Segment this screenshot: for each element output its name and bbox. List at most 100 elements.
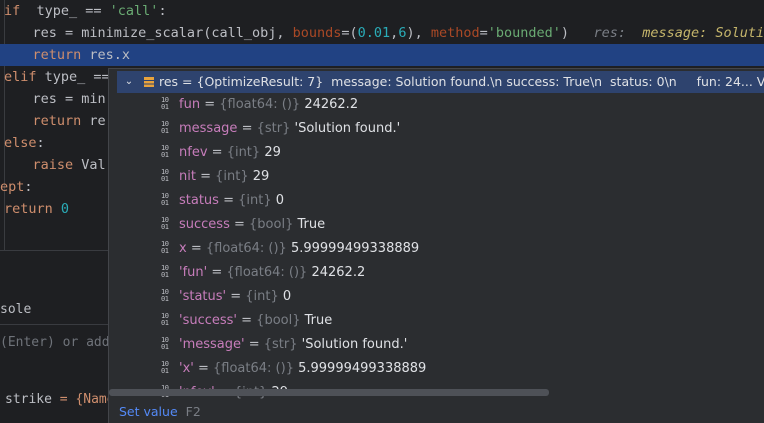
field-name: x <box>179 241 187 256</box>
equals-sign: = <box>195 169 216 184</box>
console-input[interactable]: (Enter) or add <box>0 333 110 353</box>
horizontal-scrollbar[interactable] <box>109 389 549 396</box>
variable-row[interactable]: strike = {NameE <box>5 390 122 410</box>
code-token: if <box>4 3 21 19</box>
field-type: {float64: ()} <box>226 265 308 280</box>
primitive-value-icon: 1001 <box>161 359 169 375</box>
inspector-row[interactable]: 10 01 status = {int} 0 <box>161 189 284 213</box>
shortcut-hint: F2 <box>185 404 201 419</box>
primitive-value-icon: 1001 <box>161 287 169 303</box>
code-token: ept <box>0 179 25 195</box>
code-line-raise[interactable]: raise Val <box>0 154 106 176</box>
field-name: nit <box>179 169 196 184</box>
inspector-row[interactable]: 10 01 nfev = {int} 29 <box>161 141 281 165</box>
field-type: {float64: ()} <box>219 97 301 112</box>
field-name: 'fun' <box>179 265 208 280</box>
code-line-return-0[interactable]: return 0 <box>4 198 69 220</box>
field-type: {bool} <box>256 313 301 328</box>
field-name: success <box>179 217 230 232</box>
primitive-value-icon: 1001 <box>161 215 169 231</box>
field-value: 'Solution found.' <box>294 121 401 136</box>
field-name: 'message' <box>179 337 245 352</box>
variable-inspector-popup[interactable]: ⌄ res = {OptimizeResult: 7} message: Sol… <box>108 68 764 423</box>
code-line-return-res-x[interactable]: return res.x <box>0 44 764 66</box>
inspector-row[interactable]: 10 01 'x' = {float64: ()} 5.99999499338889 <box>161 357 426 381</box>
console-tab-label[interactable]: sole <box>0 300 31 320</box>
equals-sign: = <box>237 313 257 328</box>
field-value: 29 <box>264 145 281 160</box>
field-type: {int} <box>215 169 249 184</box>
panel-divider <box>0 324 108 325</box>
code-token: 'bounded' <box>487 25 561 41</box>
code-line-res-min[interactable]: res = min <box>0 88 106 110</box>
primitive-value-icon: 1001 <box>161 311 169 327</box>
primitive-value-icon: 1001 <box>161 167 169 183</box>
field-type: {int} <box>245 289 279 304</box>
primitive-value-icon: 1001 <box>161 239 169 255</box>
inspector-row[interactable]: 10 01 'message' = {str} 'Solution found.' <box>161 333 407 357</box>
code-token: 0.01 <box>357 25 391 41</box>
field-type: {bool} <box>249 217 294 232</box>
field-type: {str} <box>263 337 298 352</box>
code-token: res: <box>593 25 643 41</box>
field-name: 'success' <box>179 313 237 328</box>
code-token: Val <box>73 157 106 173</box>
field-value: 0 <box>275 193 285 208</box>
inspector-row[interactable]: 10 01 'fun' = {float64: ()} 24262.2 <box>161 261 365 285</box>
code-line-res-assign[interactable]: res = minimize_scalar(call_obj, bounds=(… <box>0 22 764 44</box>
field-value: 'Solution found.' <box>301 337 408 352</box>
inspector-row[interactable]: 10 01 x = {float64: ()} 5.99999499338889 <box>161 237 419 261</box>
field-value: True <box>297 217 326 232</box>
field-value: 24262.2 <box>311 265 366 280</box>
code-token: ), <box>406 25 431 41</box>
code-token: type_ == <box>20 3 110 19</box>
code-token: res = min <box>0 91 106 107</box>
inspector-row[interactable]: 10 01 success = {bool} True <box>161 213 325 237</box>
chevron-down-icon[interactable]: ⌄ <box>123 71 135 93</box>
field-name: fun <box>179 97 201 112</box>
code-line-return-re[interactable]: return re <box>0 110 106 132</box>
code-token: : <box>158 3 167 19</box>
field-value: True <box>304 313 333 328</box>
equals-sign: = <box>237 121 257 136</box>
code-token: raise <box>32 157 74 173</box>
equals-sign: = <box>186 241 206 256</box>
code-line-else[interactable]: else: <box>4 132 45 154</box>
set-value-link[interactable]: Set value <box>119 404 178 419</box>
code-line-except[interactable]: ept: <box>0 176 33 198</box>
code-line-if-call[interactable]: if type_ == 'call': <box>4 0 167 22</box>
field-name: status <box>179 193 219 208</box>
field-type: {str} <box>256 121 291 136</box>
inspector-row[interactable]: 10 01 nit = {int} 29 <box>161 165 269 189</box>
field-type: {int} <box>226 145 261 160</box>
equals-sign: = <box>244 337 264 352</box>
inspector-row[interactable]: 10 01 'status' = {int} 0 <box>161 285 291 309</box>
primitive-value-icon: 1001 <box>161 263 169 279</box>
field-name: message <box>179 121 238 136</box>
field-name: nfev <box>179 145 208 160</box>
code-line-elif-type[interactable]: elif type_ == <box>4 66 118 88</box>
field-name: 'x' <box>179 361 194 376</box>
variable-name: strike <box>5 392 52 407</box>
inspector-row[interactable]: 10 01 fun = {float64: ()} 24262.2 <box>161 93 358 117</box>
code-token: = <box>479 25 488 41</box>
inspector-row[interactable]: 10 01 message = {str} 'Solution found.' <box>161 117 400 141</box>
field-value: 5.99999499338889 <box>298 361 427 376</box>
primitive-value-icon: 1001 <box>161 95 169 111</box>
code-token: return <box>32 113 82 129</box>
code-token: 0 <box>60 201 70 217</box>
equals-sign: = <box>193 361 214 376</box>
inspector-row[interactable]: 10 01 'success' = {bool} True <box>161 309 332 333</box>
field-value: 29 <box>252 169 270 184</box>
equals-sign: = <box>207 145 227 160</box>
code-token: =( <box>341 25 358 41</box>
primitive-value-icon: 1001 <box>161 143 169 159</box>
equals-sign: = <box>229 217 250 232</box>
equals-sign: = <box>207 265 227 280</box>
equals-sign: = <box>218 193 239 208</box>
popup-header-row[interactable]: ⌄ res = {OptimizeResult: 7} message: Sol… <box>117 71 764 93</box>
object-icon <box>144 77 154 87</box>
